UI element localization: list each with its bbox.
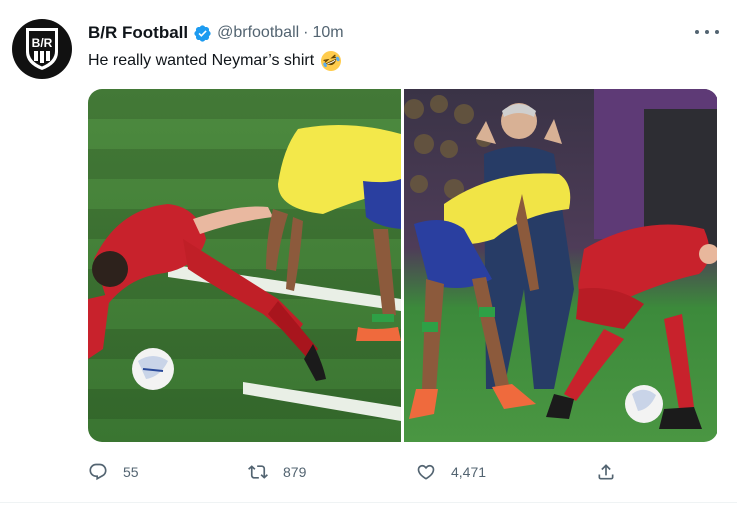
photo-2[interactable] bbox=[404, 89, 717, 442]
media-grid bbox=[88, 89, 718, 442]
like-button[interactable]: 4,471 bbox=[416, 460, 486, 484]
timestamp[interactable]: 10m bbox=[313, 24, 344, 42]
more-options-icon[interactable] bbox=[695, 24, 719, 40]
retweet-button[interactable]: 879 bbox=[248, 460, 306, 484]
heart-icon bbox=[417, 464, 435, 480]
like-count: 4,471 bbox=[451, 464, 487, 480]
tweet-actions: 55 879 4,471 bbox=[88, 460, 718, 484]
avatar[interactable]: B/R bbox=[12, 19, 72, 79]
display-name[interactable]: B/R Football bbox=[88, 23, 188, 43]
rolling-on-the-floor-laughing-emoji bbox=[320, 50, 342, 72]
verified-badge-icon bbox=[193, 24, 212, 43]
reply-icon bbox=[89, 463, 107, 481]
handle[interactable]: @brfootball bbox=[217, 24, 299, 42]
tweet[interactable]: B/R B/R Football @brfootball · 10m He re… bbox=[0, 0, 737, 509]
br-logo-icon: B/R bbox=[26, 28, 58, 70]
share-button[interactable] bbox=[596, 460, 616, 484]
photo-1[interactable] bbox=[88, 89, 401, 442]
tweet-header: B/R Football @brfootball · 10m bbox=[88, 22, 344, 44]
reply-count: 55 bbox=[123, 464, 139, 480]
avatar-text: B/R bbox=[32, 36, 53, 50]
reply-button[interactable]: 55 bbox=[88, 460, 139, 484]
tweet-body: He really wanted Neymar’s shirt bbox=[88, 52, 315, 69]
share-icon bbox=[598, 464, 614, 480]
separator-dot: · bbox=[303, 24, 309, 41]
tweet-text: He really wanted Neymar’s shirt bbox=[88, 50, 342, 72]
divider bbox=[0, 502, 737, 503]
retweet-count: 879 bbox=[283, 464, 307, 480]
retweet-icon bbox=[248, 465, 268, 479]
